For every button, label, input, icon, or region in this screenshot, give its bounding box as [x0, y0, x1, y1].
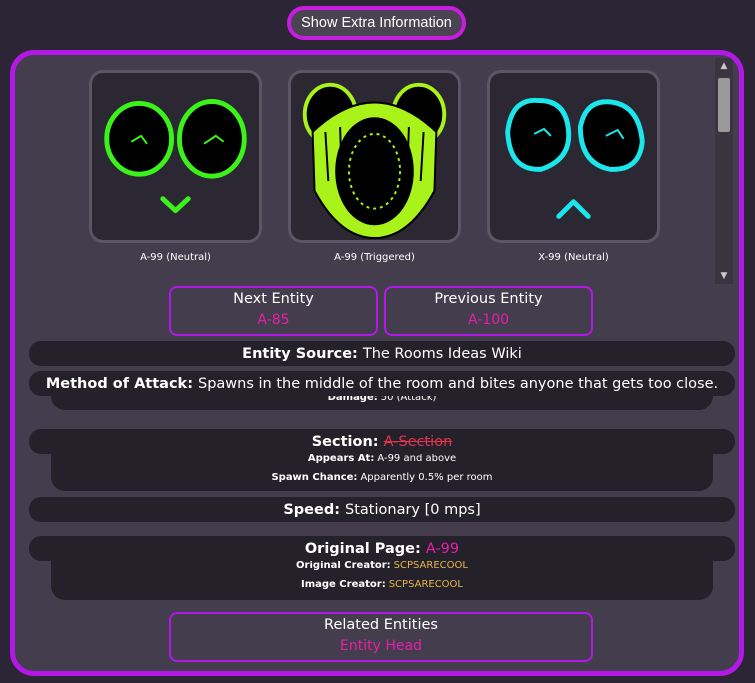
next-entity-link[interactable]: A-85: [171, 312, 376, 328]
previous-entity-label: Previous Entity: [434, 291, 543, 307]
card-caption: A-99 (Triggered): [334, 252, 415, 263]
original-page-link[interactable]: A-99: [426, 541, 459, 557]
related-entity-link[interactable]: Entity Head: [171, 638, 591, 654]
related-entities-box: Related Entities Entity Head: [169, 612, 593, 662]
original-page-row: Original Page: A-99: [29, 536, 735, 561]
scroll-down-icon[interactable]: ▼: [715, 268, 733, 284]
appears-at-value: A-99 and above: [377, 453, 457, 464]
entity-source-value: The Rooms Ideas Wiki: [362, 345, 522, 362]
method-of-attack-row: Method of Attack: Spawns in the middle o…: [29, 371, 735, 396]
next-entity-button[interactable]: Next Entity A-85: [169, 286, 378, 336]
image-creator-value[interactable]: SCPSARECOOL: [389, 579, 463, 590]
card-caption: X-99 (Neutral): [538, 252, 609, 263]
a99-triggered-face-icon: [302, 82, 447, 240]
card-caption: A-99 (Neutral): [140, 252, 211, 263]
show-extra-info-button[interactable]: Show Extra Information: [287, 6, 466, 40]
method-of-attack-label: Method of Attack:: [45, 375, 193, 392]
a99-neutral-face-icon: [104, 99, 247, 213]
appears-at-label: Appears At:: [307, 453, 375, 464]
original-creator-value[interactable]: SCPSARECOOL: [394, 560, 468, 571]
entity-source-row: Entity Source: The Rooms Ideas Wiki: [29, 341, 735, 366]
next-entity-label: Next Entity: [233, 291, 314, 307]
previous-entity-button[interactable]: Previous Entity A-100: [384, 286, 593, 336]
entity-source-label: Entity Source:: [242, 345, 358, 362]
original-page-label: Original Page:: [304, 540, 421, 557]
spawn-chance-label: Spawn Chance:: [271, 472, 358, 483]
image-gallery: A-99 (Neutral) A-99 (Triggered) X-99 (Ne…: [15, 55, 739, 285]
scroll-up-icon[interactable]: ▲: [715, 58, 733, 74]
card-a99-triggered[interactable]: [288, 70, 461, 243]
spawn-chance-value: Apparently 0.5% per room: [360, 472, 493, 483]
previous-entity-link[interactable]: A-100: [386, 312, 591, 328]
speed-label: Speed:: [283, 501, 341, 518]
card-x99-neutral[interactable]: [487, 70, 660, 243]
image-creator-label: Image Creator:: [301, 579, 386, 590]
related-entities-label: Related Entities: [324, 617, 438, 633]
section-value[interactable]: A-Section: [384, 434, 453, 450]
gallery-scrollbar[interactable]: ▲ ▼: [715, 58, 733, 284]
speed-row: Speed: Stationary [0 mps]: [29, 497, 735, 522]
method-of-attack-value: Spawns in the middle of the room and bit…: [198, 375, 719, 392]
original-creator-label: Original Creator:: [296, 560, 391, 571]
section-label: Section:: [311, 433, 379, 450]
entity-panel: A-99 (Neutral) A-99 (Triggered) X-99 (Ne…: [10, 50, 744, 676]
section-row: Section: A-Section: [29, 429, 735, 454]
x99-neutral-face-icon: [505, 97, 645, 219]
card-a99-neutral[interactable]: [89, 70, 262, 243]
scrollbar-thumb[interactable]: [718, 78, 730, 132]
speed-value: Stationary [0 mps]: [345, 501, 481, 518]
